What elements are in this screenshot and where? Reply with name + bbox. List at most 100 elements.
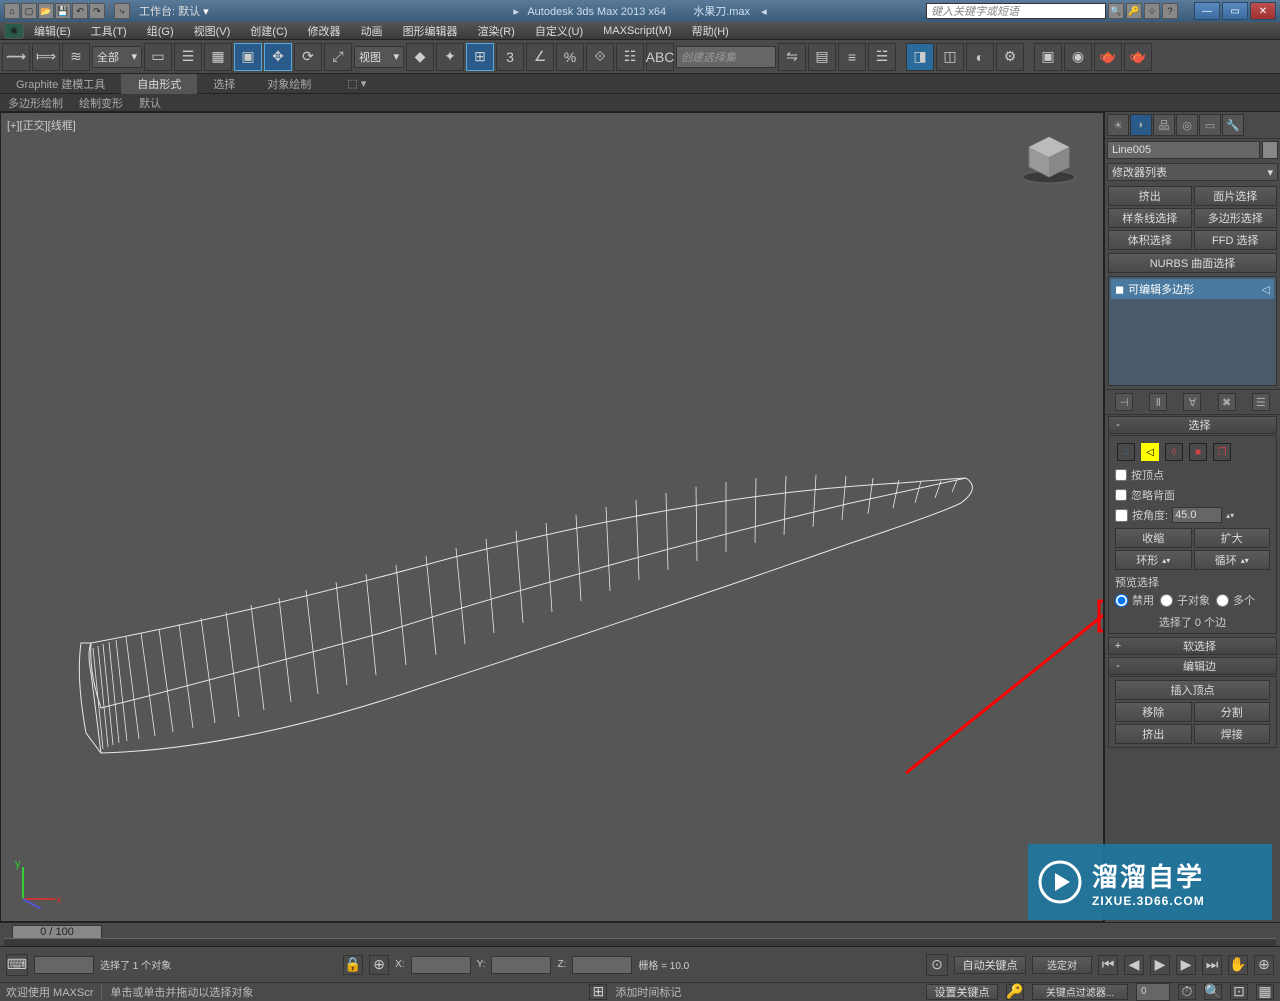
timetag-icon[interactable]: ⊞ <box>589 984 607 1000</box>
pan-icon[interactable]: ✋ <box>1228 955 1248 975</box>
workspace-label[interactable]: 工作台: 默认 <box>139 3 200 19</box>
max-vp-icon[interactable]: ▦ <box>1256 984 1274 1000</box>
menu-group[interactable]: 组(G) <box>137 21 184 41</box>
next-frame-icon[interactable]: ▶ <box>1176 955 1196 975</box>
configure-icon[interactable]: ☰ <box>1252 393 1270 411</box>
render-setup-icon[interactable]: ⚙ <box>996 43 1024 71</box>
remove-mod-icon[interactable]: ✖ <box>1218 393 1236 411</box>
named-sel2-icon[interactable]: ABC <box>646 43 674 71</box>
preset-ffdsel[interactable]: FFD 选择 <box>1194 230 1278 250</box>
binoculars-icon[interactable]: 🔍 <box>1108 3 1124 19</box>
key-icon[interactable]: 🔑 <box>1126 3 1142 19</box>
abs-rel-icon[interactable]: ⊕ <box>369 955 389 975</box>
rollout-softsel-header[interactable]: +软选择 <box>1108 637 1277 655</box>
keyfilter-button[interactable]: 关键点过滤器... <box>1032 984 1128 1000</box>
open-icon[interactable]: 📂 <box>38 3 54 19</box>
extrude-edge-button[interactable]: 挤出 <box>1115 724 1192 744</box>
object-name-input[interactable]: Line005 <box>1107 141 1260 159</box>
keyfilter-icon[interactable]: 🔑 <box>1006 984 1024 1000</box>
stack-item-editable-poly[interactable]: ◼可编辑多边形 ◁ <box>1111 279 1274 299</box>
menu-create[interactable]: 创建(C) <box>240 21 297 41</box>
render-prod-icon[interactable]: ◉ <box>1064 43 1092 71</box>
subtab-deform[interactable]: 绘制变形 <box>71 93 131 113</box>
play-icon[interactable]: ▶ <box>1150 955 1170 975</box>
preset-patchsel[interactable]: 面片选择 <box>1194 186 1278 206</box>
hierarchy-tab-icon[interactable]: 品 <box>1153 114 1175 136</box>
named-sel-icon[interactable]: ☷ <box>616 43 644 71</box>
menu-custom[interactable]: 自定义(U) <box>525 21 593 41</box>
menu-modifier[interactable]: 修改器 <box>298 21 351 41</box>
utilities-tab-icon[interactable]: 🔧 <box>1222 114 1244 136</box>
mini-listener[interactable] <box>34 956 94 974</box>
split-button[interactable]: 分割 <box>1194 702 1271 722</box>
color-swatch[interactable] <box>1262 141 1278 159</box>
curve-editor-icon[interactable]: ◨ <box>906 43 934 71</box>
tab-graphite[interactable]: Graphite 建模工具 <box>0 74 121 94</box>
ring-button[interactable]: 环形▴▾ <box>1115 550 1192 570</box>
by-vertex-check[interactable] <box>1115 469 1127 481</box>
ignore-back-check[interactable] <box>1115 489 1127 501</box>
subtab-default[interactable]: 默认 <box>131 93 169 113</box>
menu-grapheditor[interactable]: 图形编辑器 <box>393 21 468 41</box>
move-icon[interactable]: ✥ <box>264 43 292 71</box>
shrink-button[interactable]: 收缩 <box>1115 528 1192 548</box>
menu-help[interactable]: 帮助(H) <box>682 21 739 41</box>
select-region-icon[interactable]: ▦ <box>204 43 232 71</box>
subobj-edge-icon[interactable]: ◁ <box>1141 443 1159 461</box>
time-slider[interactable]: 0 / 100 <box>12 925 102 939</box>
layers-icon[interactable]: ≡ <box>838 43 866 71</box>
spinner-snap-icon[interactable]: ⟐ <box>586 43 614 71</box>
schematic-icon[interactable]: ◫ <box>936 43 964 71</box>
pin-stack-icon[interactable]: ⊣ <box>1115 393 1133 411</box>
goto-start-icon[interactable]: ⏮ <box>1098 955 1118 975</box>
unlink-tool-icon[interactable]: ⟾ <box>32 43 60 71</box>
frame-input[interactable]: 0 <box>1136 983 1170 1001</box>
rollout-editedge-header[interactable]: -编辑边 <box>1108 657 1277 675</box>
modifier-list-combo[interactable]: 修改器列表▾ <box>1107 163 1278 181</box>
mirror-icon[interactable]: ⇋ <box>778 43 806 71</box>
angle-spinner[interactable]: 45.0 <box>1172 507 1222 523</box>
bind-tool-icon[interactable]: ≋ <box>62 43 90 71</box>
redo-icon[interactable]: ↷ <box>89 3 105 19</box>
subobj-polygon-icon[interactable]: ■ <box>1189 443 1207 461</box>
key-mode-icon[interactable]: ⊙ <box>926 954 948 976</box>
remove-button[interactable]: 移除 <box>1115 702 1192 722</box>
close-button[interactable]: ✕ <box>1250 2 1276 20</box>
angle-snap-icon[interactable]: ∠ <box>526 43 554 71</box>
menu-anim[interactable]: 动画 <box>351 21 393 41</box>
menu-edit[interactable]: 编辑(E) <box>24 21 81 41</box>
setkey-button[interactable]: 设置关键点 <box>926 984 998 1000</box>
maximize-button[interactable]: ▭ <box>1222 2 1248 20</box>
ribbon-expand-icon[interactable]: ⬚ ▾ <box>347 77 366 90</box>
goto-end-icon[interactable]: ⏭ <box>1202 955 1222 975</box>
selset-button[interactable]: 选定对 <box>1032 956 1092 974</box>
search-input[interactable]: 键入关键字或短语 <box>926 3 1106 19</box>
menu-render[interactable]: 渲染(R) <box>468 21 525 41</box>
subobj-element-icon[interactable]: ❐ <box>1213 443 1231 461</box>
zoom-all-icon[interactable]: ⊡ <box>1230 984 1248 1000</box>
prev-frame-icon[interactable]: ◀ <box>1124 955 1144 975</box>
select-name-icon[interactable]: ☰ <box>174 43 202 71</box>
selection-filter-combo[interactable]: 全部▾ <box>92 46 142 68</box>
layer-mgr-icon[interactable]: ☱ <box>868 43 896 71</box>
percent-snap-icon[interactable]: % <box>556 43 584 71</box>
time-ruler[interactable] <box>4 938 1276 946</box>
help-icon[interactable]: ? <box>1162 3 1178 19</box>
insert-vertex-button[interactable]: 插入顶点 <box>1115 680 1270 700</box>
timeconfig-icon[interactable]: ⏱ <box>1178 984 1196 1000</box>
scale-icon[interactable]: ⤢ <box>324 43 352 71</box>
show-end-icon[interactable]: Ⅱ <box>1149 393 1167 411</box>
select-icon[interactable]: ▭ <box>144 43 172 71</box>
timeline[interactable]: 0 / 100 <box>0 922 1280 946</box>
x-coord-input[interactable] <box>411 956 471 974</box>
save-icon[interactable]: 💾 <box>55 3 71 19</box>
preset-nurbs[interactable]: NURBS 曲面选择 <box>1108 253 1277 273</box>
make-unique-icon[interactable]: ∀ <box>1183 393 1201 411</box>
preset-polysel[interactable]: 多边形选择 <box>1194 208 1278 228</box>
link-icon[interactable]: ⤷ <box>114 3 130 19</box>
refcoord-combo[interactable]: 视图▾ <box>354 46 404 68</box>
subobj-border-icon[interactable]: ◊ <box>1165 443 1183 461</box>
align-icon[interactable]: ▤ <box>808 43 836 71</box>
menu-view[interactable]: 视图(V) <box>184 21 241 41</box>
motion-tab-icon[interactable]: ◎ <box>1176 114 1198 136</box>
